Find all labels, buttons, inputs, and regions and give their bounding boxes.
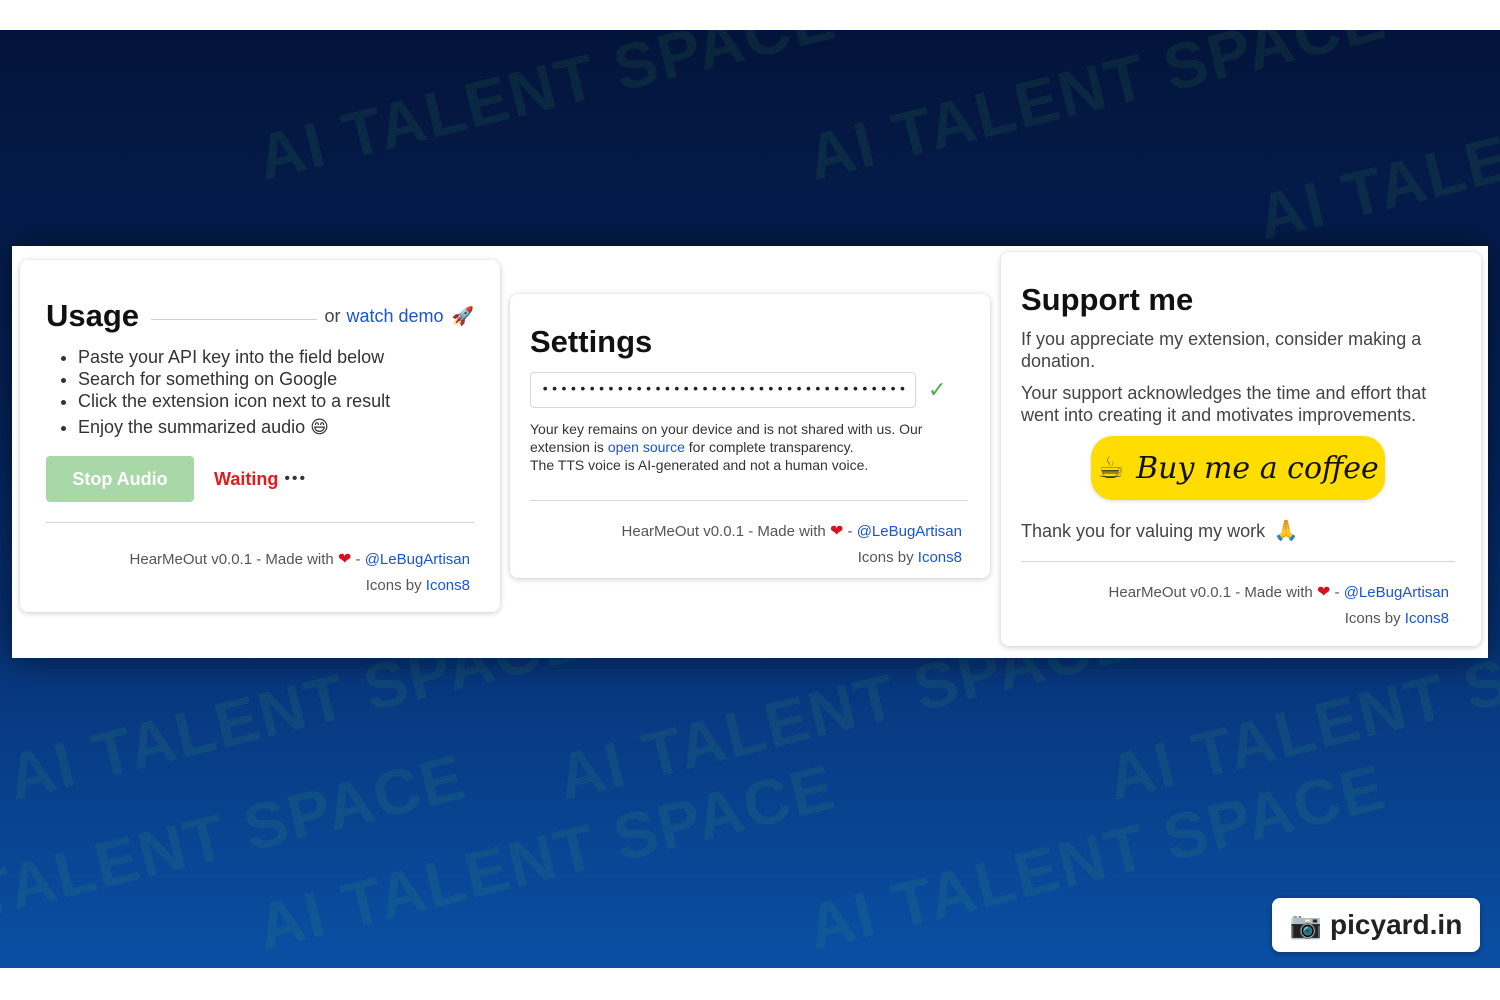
thanks-row: Thank you for valuing my work 🙏 <box>1021 518 1455 543</box>
camera-icon: 📷 <box>1289 909 1323 940</box>
footer-separator: - <box>847 523 853 540</box>
open-source-link[interactable]: open source <box>608 439 685 455</box>
usage-steps: Paste your API key into the field below … <box>46 346 474 438</box>
made-with-text: HearMeOut v0.0.1 - Made with <box>621 523 826 540</box>
list-item: Enjoy the summarized audio 😄 <box>78 416 474 438</box>
author-link[interactable]: @LeBugArtisan <box>365 551 470 568</box>
icons8-link[interactable]: Icons8 <box>426 577 470 594</box>
settings-title: Settings <box>530 324 653 359</box>
audio-controls: Stop Audio Waiting ••• <box>46 456 474 502</box>
footer-separator: - <box>1334 584 1340 601</box>
icons-by-text: Icons by <box>1344 610 1401 627</box>
list-item: Click the extension icon next to a resul… <box>78 390 474 412</box>
badge-text: picyard.in <box>1330 909 1463 940</box>
demo-prefix: or <box>324 305 341 326</box>
footer-credit: HearMeOut v0.0.1 - Made with ❤ - @LeBugA… <box>530 519 962 545</box>
support-title: Support me <box>1021 282 1194 317</box>
icons-by-text: Icons by <box>365 577 422 594</box>
privacy-note: Your key remains on your device and is n… <box>530 420 968 474</box>
rocket-icon: 🚀 <box>451 305 474 326</box>
divider <box>1021 561 1455 562</box>
usage-header: Usage or watch demo 🚀 <box>46 298 474 334</box>
watch-demo-link[interactable]: watch demo <box>347 306 444 327</box>
picyard-badge: 📷 picyard.in <box>1272 898 1480 952</box>
coffee-button-label: Buy me a coffee <box>1136 450 1379 486</box>
usage-title: Usage <box>46 298 140 333</box>
made-with-text: HearMeOut v0.0.1 - Made with <box>129 551 334 568</box>
icons-credit: Icons by Icons8 <box>530 545 962 571</box>
coffee-cup-icon: ☕ <box>1097 451 1125 485</box>
author-link[interactable]: @LeBugArtisan <box>857 523 962 540</box>
check-icon: ✓ <box>928 377 947 402</box>
buy-me-a-coffee-button[interactable]: ☕ Buy me a coffee <box>1091 436 1385 500</box>
author-link[interactable]: @LeBugArtisan <box>1344 584 1449 601</box>
support-card: Support me If you appreciate my extensio… <box>1001 252 1481 646</box>
stop-audio-button[interactable]: Stop Audio <box>46 456 194 502</box>
icons-by-text: Icons by <box>857 549 914 566</box>
made-with-text: HearMeOut v0.0.1 - Made with <box>1108 584 1313 601</box>
footer: HearMeOut v0.0.1 - Made with ❤ - @LeBugA… <box>46 547 474 599</box>
thanks-text: Thank you for valuing my work <box>1021 521 1266 541</box>
settings-card: Settings ✓ Your key remains on your devi… <box>510 294 990 578</box>
status-label: Waiting <box>214 468 279 489</box>
icons8-link[interactable]: Icons8 <box>918 549 962 566</box>
footer: HearMeOut v0.0.1 - Made with ❤ - @LeBugA… <box>1021 580 1455 632</box>
list-item: Search for something on Google <box>78 368 474 390</box>
loading-dots: ••• <box>284 470 308 487</box>
screenshot-panel: Usage or watch demo 🚀 Paste your API key… <box>12 246 1488 658</box>
footer-separator: - <box>355 551 361 568</box>
icons8-link[interactable]: Icons8 <box>1405 610 1449 627</box>
watermark-text: AI TALENT SPACE <box>250 30 843 194</box>
divider <box>530 500 968 501</box>
icons-credit: Icons by Icons8 <box>1021 606 1449 632</box>
footer-credit: HearMeOut v0.0.1 - Made with ❤ - @LeBugA… <box>46 547 470 573</box>
folded-hands-icon: 🙏 <box>1273 520 1299 542</box>
support-paragraph: Your support acknowledges the time and e… <box>1021 383 1427 425</box>
list-item: Paste your API key into the field below <box>78 346 474 368</box>
divider <box>46 522 474 523</box>
api-key-row: ✓ <box>530 372 968 408</box>
grinning-face-icon: 😄 <box>310 417 329 437</box>
support-paragraph: If you appreciate my extension, consider… <box>1021 329 1422 371</box>
heart-icon: ❤ <box>1316 584 1331 601</box>
api-key-input[interactable] <box>530 372 916 408</box>
tts-note: The TTS voice is AI-generated and not a … <box>530 457 869 473</box>
icons-credit: Icons by Icons8 <box>46 573 470 599</box>
heart-icon: ❤ <box>829 523 844 540</box>
header-divider <box>151 318 317 320</box>
note-text-end: for complete transparency. <box>688 439 854 455</box>
list-item-text: Enjoy the summarized audio <box>78 417 306 437</box>
footer: HearMeOut v0.0.1 - Made with ❤ - @LeBugA… <box>530 519 968 571</box>
heart-icon: ❤ <box>337 551 352 568</box>
footer-credit: HearMeOut v0.0.1 - Made with ❤ - @LeBugA… <box>1021 580 1449 606</box>
usage-card: Usage or watch demo 🚀 Paste your API key… <box>20 260 500 612</box>
